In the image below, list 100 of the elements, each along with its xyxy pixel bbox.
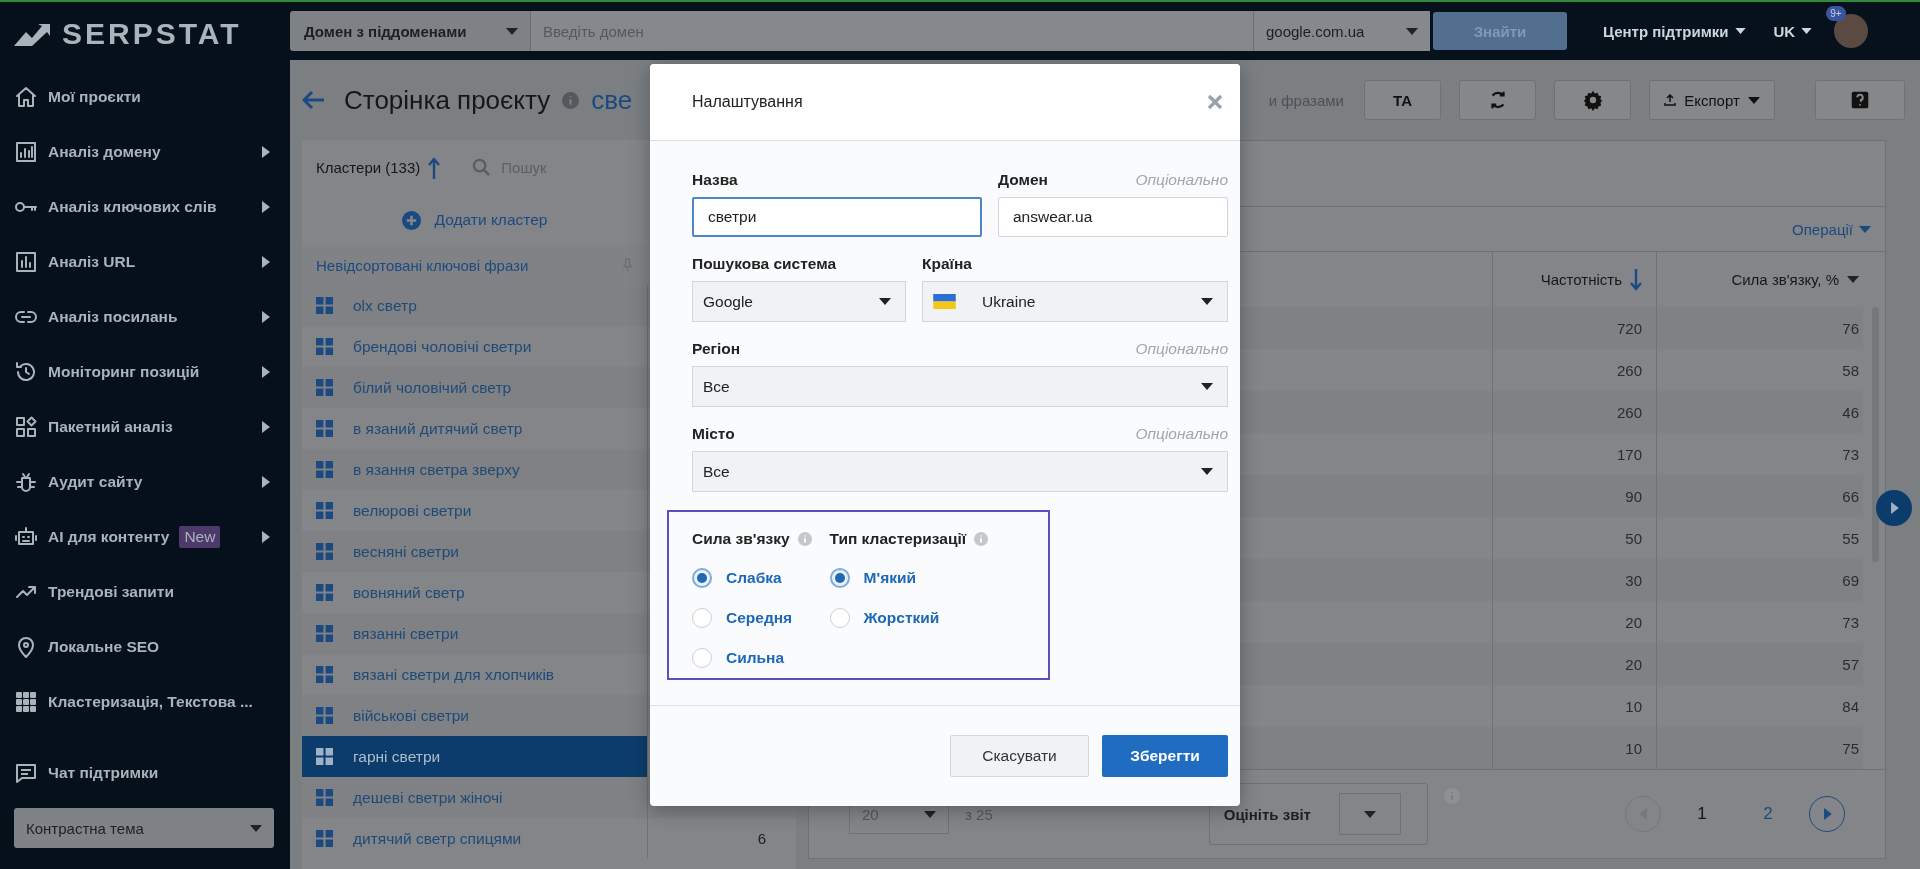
cancel-button[interactable]: Скасувати	[950, 735, 1089, 777]
caret-right-icon	[1822, 808, 1832, 820]
help-icon	[1849, 89, 1871, 111]
sidebar-item[interactable]: Аналіз посилань	[14, 289, 274, 344]
caret-right-icon	[262, 310, 270, 323]
caret-right-icon	[262, 145, 270, 158]
sort-arrow-icon[interactable]	[428, 156, 441, 179]
column-header[interactable]: Сила зв'язку, %	[1657, 252, 1885, 307]
grid-icon	[316, 707, 333, 724]
caret-right-icon	[262, 475, 270, 488]
name-input[interactable]: светри	[692, 197, 982, 237]
table-cell-text: 58	[1841, 360, 1860, 381]
radio-option[interactable]: Слабка	[692, 558, 812, 598]
caret-down-icon	[1734, 28, 1746, 34]
refresh-button[interactable]	[1459, 80, 1536, 120]
page-link[interactable]: 1	[1677, 804, 1727, 824]
radio-option[interactable]: Середня	[692, 598, 812, 638]
caret-right-icon	[262, 530, 270, 543]
radio-option[interactable]: Сильна	[692, 638, 812, 678]
scrollbar-thumb[interactable]	[1872, 307, 1879, 562]
house-icon	[14, 84, 38, 109]
cluster-item[interactable]: гарні светри	[302, 736, 647, 777]
radio-button[interactable]	[692, 568, 712, 588]
domain-input[interactable]: answear.ua	[998, 197, 1228, 237]
city-select[interactable]: Все	[692, 451, 1228, 492]
caret-down-icon	[1801, 28, 1813, 34]
theme-select[interactable]: Контрастна тема	[14, 808, 274, 848]
info-icon	[974, 532, 989, 546]
caret-down-icon	[924, 810, 936, 818]
caret-down-icon	[250, 824, 262, 832]
history-icon	[14, 359, 38, 384]
search-type-select[interactable]: Домен з піддоменами	[290, 11, 530, 51]
ta-button[interactable]: ТА	[1364, 80, 1441, 120]
support-chat-link[interactable]: Чат підтримки	[14, 745, 274, 800]
search-engine-select[interactable]: google.com.ua	[1253, 11, 1430, 51]
sidebar-item[interactable]: Аналіз домену	[14, 124, 274, 179]
settings-button[interactable]	[1554, 80, 1631, 120]
language-menu[interactable]: UK	[1773, 22, 1813, 40]
field-label: Регіон	[692, 340, 741, 358]
caret-right-icon	[262, 365, 270, 378]
grid-icon	[316, 625, 333, 642]
caret-down-icon	[1406, 27, 1418, 35]
plus-icon	[401, 210, 421, 230]
bar-chart-icon	[14, 249, 38, 274]
clusters-title: Кластери (133)	[316, 159, 421, 176]
notification-badge: 9+	[1826, 6, 1846, 21]
close-icon[interactable]	[1207, 94, 1223, 110]
grid-icon	[14, 689, 38, 714]
grid-icon	[316, 502, 333, 519]
support-center-menu[interactable]: Центр підтримки	[1603, 22, 1746, 40]
rating-select[interactable]	[1338, 793, 1401, 835]
table-cell: 260	[1493, 391, 1657, 433]
radio-option[interactable]: Жорсткий	[829, 598, 989, 638]
table-cell-text: 73	[1841, 612, 1860, 633]
sidebar-item[interactable]: Кластеризація, Текстова ...	[14, 674, 274, 729]
shapes-icon	[14, 414, 38, 439]
export-button[interactable]: Експорт	[1649, 80, 1775, 120]
radio-button[interactable]	[829, 568, 850, 588]
table-cell-text: 55	[1841, 528, 1860, 549]
search-engine-select[interactable]: Google	[692, 281, 906, 322]
grid-icon	[316, 461, 333, 478]
back-arrow-icon[interactable]	[302, 90, 326, 110]
sidebar-item[interactable]: Локальне SEO	[14, 619, 274, 674]
sidebar-item[interactable]: Аудит сайту	[14, 454, 274, 509]
sidebar-item[interactable]: Пакетний аналіз	[14, 399, 274, 454]
radio-option[interactable]: М'який	[829, 558, 989, 598]
scroll-right-button[interactable]	[1876, 490, 1912, 526]
table-cell-text: 66	[1841, 486, 1860, 507]
table-cell-text: 76	[1841, 318, 1860, 339]
project-name: све	[591, 84, 633, 116]
region-select[interactable]: Все	[692, 366, 1228, 407]
field-label: Назва	[692, 171, 738, 189]
sidebar-item[interactable]: AI для контенту New	[14, 509, 274, 564]
sidebar-item[interactable]: Мої проєкти	[14, 69, 274, 124]
table-cell: 30	[1493, 559, 1657, 601]
country-select[interactable]: Ukraine	[922, 281, 1228, 322]
sidebar-item[interactable]: Трендові запити	[14, 564, 274, 619]
caret-down-icon	[1747, 96, 1760, 104]
caret-down-icon	[879, 298, 891, 305]
field-label: Пошукова система	[692, 255, 837, 273]
radio-button[interactable]	[692, 648, 712, 668]
radio-button[interactable]	[692, 608, 712, 628]
radio-button[interactable]	[829, 608, 850, 628]
caret-down-icon	[1201, 298, 1213, 305]
save-button[interactable]: Зберегти	[1102, 735, 1228, 777]
table-cell: 20	[1493, 643, 1657, 685]
caret-down-icon	[506, 27, 518, 35]
caret-right-icon	[262, 420, 270, 433]
sidebar-item[interactable]: Аналіз URL	[14, 234, 274, 289]
option-group-title: Тип кластеризації	[829, 530, 967, 548]
sidebar-item[interactable]: Аналіз ключових слів	[14, 179, 274, 234]
caret-right-icon	[262, 200, 270, 213]
table-cell: 720	[1493, 307, 1657, 349]
field-label: Домен	[998, 171, 1048, 189]
caret-right-icon	[262, 255, 270, 268]
play-icon	[1889, 502, 1899, 514]
grid-icon	[316, 338, 333, 355]
sidebar-item[interactable]: Моніторинг позицій	[14, 344, 274, 399]
upload-icon	[1664, 94, 1677, 106]
help-button[interactable]	[1815, 80, 1905, 120]
